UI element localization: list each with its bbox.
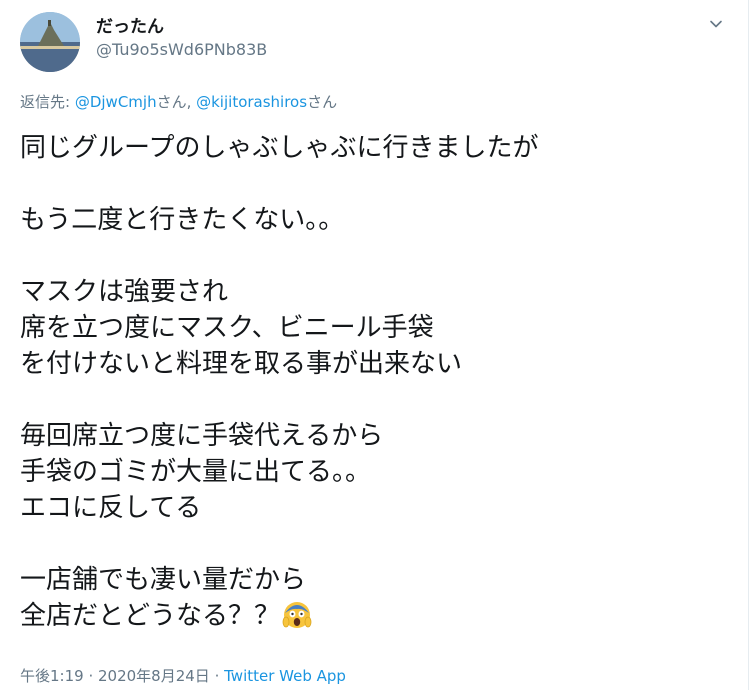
reply-suffix: さん, bbox=[156, 93, 197, 111]
meta-separator: · bbox=[209, 667, 225, 685]
meta-separator: · bbox=[83, 667, 98, 685]
tweet-line: 一店舗でも凄い量だから bbox=[20, 565, 307, 595]
tweet-line: もう二度と行きたくない。。 bbox=[20, 205, 345, 235]
mention-link[interactable]: @kijitorashiros bbox=[196, 93, 307, 111]
user-handle[interactable]: @Tu9o5sWd6PNb83B bbox=[96, 40, 267, 59]
reply-context: 返信先: @DjwCmjhさん, @kijitorashirosさん bbox=[20, 91, 337, 112]
tweet-line: マスクは強要され bbox=[20, 277, 229, 307]
tweet-date[interactable]: 2020年8月24日 bbox=[98, 667, 210, 685]
tweet-line bbox=[20, 526, 720, 562]
tweet-line: 席を立つ度にマスク、ビニール手袋 bbox=[20, 313, 434, 343]
screaming-face-emoji-icon bbox=[282, 599, 312, 629]
avatar-image bbox=[20, 12, 80, 72]
avatar[interactable] bbox=[20, 12, 80, 72]
tweet-line: 毎回席立つ度に手袋代えるから bbox=[20, 421, 384, 451]
tweet-line: エコに反してる bbox=[20, 493, 202, 523]
mention-link[interactable]: @DjwCmjh bbox=[75, 93, 157, 111]
reply-suffix: さん bbox=[307, 93, 338, 111]
tweet-line bbox=[20, 166, 720, 202]
tweet-line-text: 全店だとどうなる？？ bbox=[20, 601, 281, 631]
tweet-line bbox=[20, 238, 720, 274]
chevron-down-icon[interactable] bbox=[706, 14, 726, 34]
tweet-line: 同じグループのしゃぶしゃぶに行きましたが bbox=[20, 133, 539, 163]
tweet-line: を付けないと料理を取る事が出来ない bbox=[20, 349, 463, 379]
tweet-time[interactable]: 午後1:19 bbox=[20, 667, 84, 685]
tweet-meta: 午後1:19 · 2020年8月24日 · Twitter Web App bbox=[20, 665, 346, 686]
tweet-card: だったん @Tu9o5sWd6PNb83B 返信先: @DjwCmjhさん, @… bbox=[0, 0, 749, 690]
tweet-text: 同じグループのしゃぶしゃぶに行きましたが もう二度と行きたくない。。 マスクは強… bbox=[20, 130, 720, 634]
tweet-line bbox=[20, 382, 720, 418]
reply-prefix: 返信先: bbox=[20, 93, 75, 111]
display-name[interactable]: だったん bbox=[96, 12, 164, 37]
source-app-link[interactable]: Twitter Web App bbox=[224, 667, 346, 685]
tweet-line: 手袋のゴミが大量に出てる。。 bbox=[20, 457, 372, 487]
tweet-line: 全店だとどうなる？？ bbox=[20, 598, 720, 634]
